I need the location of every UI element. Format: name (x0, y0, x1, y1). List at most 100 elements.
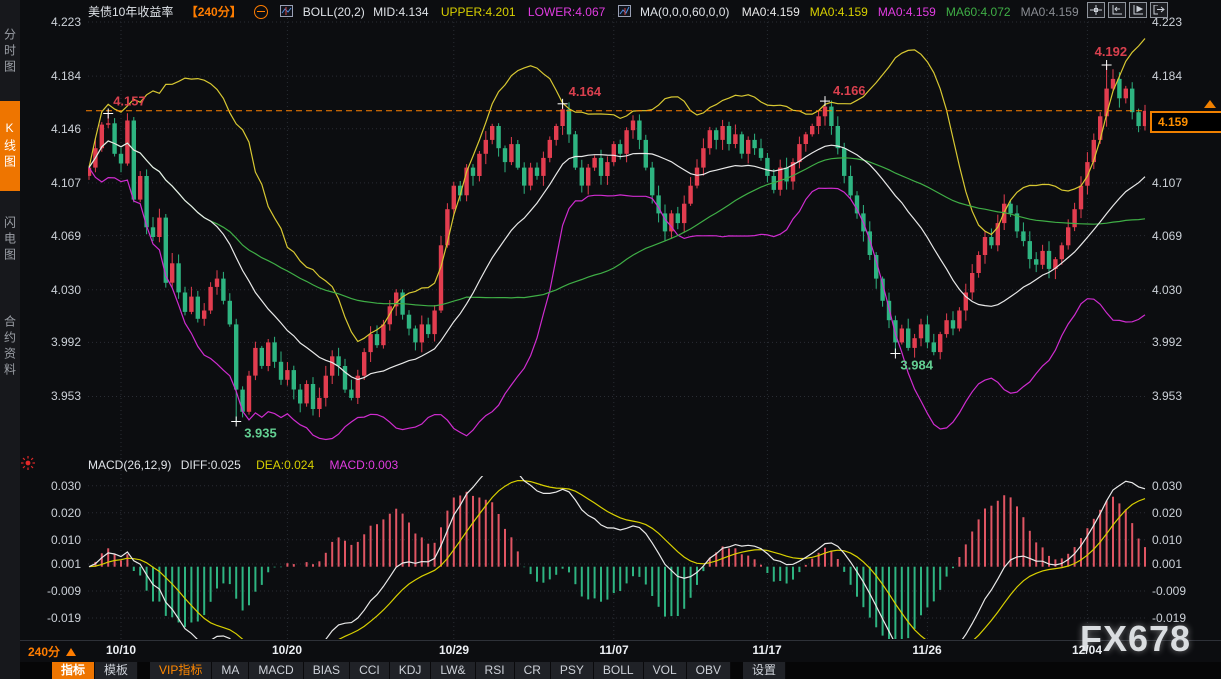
y-axis-label-left: 4.030 (51, 282, 81, 298)
shrink-bars-icon[interactable] (1108, 2, 1126, 18)
header-ma-value: MA60:4.072 (946, 5, 1011, 19)
x-axis-date-label: 10/29 (424, 643, 484, 657)
sidebar-tab-lightning-chart[interactable]: 闪电图 (0, 194, 20, 286)
price-annotation: 3.935 (244, 426, 277, 441)
alert-flash-icon[interactable] (20, 455, 36, 474)
chart-header: 美债10年收益率 【240分】 BOLL(20,2) MID:4.134 UPP… (88, 3, 1098, 19)
toolbar-button-10[interactable]: RSI (476, 662, 515, 679)
boll-upper-value: UPPER:4.201 (441, 5, 516, 19)
toolbar-button-7[interactable]: CCI (350, 662, 390, 679)
ma-indicator-icon[interactable] (618, 5, 631, 21)
x-axis-date-label: 11/17 (737, 643, 797, 657)
sidebar-tab-label: 合约资料 (2, 315, 19, 379)
y-axis-label-left: 4.223 (51, 14, 81, 30)
y-axis-label-left: 4.184 (51, 68, 81, 84)
y-axis-left: 4.2234.1844.1464.1074.0694.0303.9923.953… (20, 0, 85, 640)
period-up-arrow-icon (66, 648, 76, 656)
boll-indicator-icon[interactable] (280, 5, 293, 21)
macd-axis-label-right: 0.010 (1152, 532, 1182, 548)
sidebar-tab-label: K线图 (2, 121, 19, 171)
chart-tools (1087, 2, 1168, 18)
macd-axis-label-right: 0.020 (1152, 505, 1182, 521)
x-axis-date-label: 11/26 (897, 643, 957, 657)
toolbar-button-5[interactable]: MACD (249, 662, 303, 679)
price-annotation: 4.164 (569, 84, 602, 99)
ma-name: MA(0,0,0,60,0,0) (640, 5, 729, 19)
boll-lower-value: LOWER:4.067 (528, 5, 605, 19)
y-axis-label-right: 4.069 (1152, 228, 1182, 244)
crosshair-icon[interactable] (1087, 2, 1105, 18)
main-chart-canvas[interactable]: 4.157 4.164 4.166 4.192 3.935 3.984 (0, 0, 1221, 641)
price-marker-arrow-icon (1204, 100, 1216, 108)
ma-values-group: MA0:4.159MA0:4.159MA0:4.159MA60:4.072MA0… (742, 4, 1089, 18)
macd-header: MACD(26,12,9) DIFF:0.025 DEA:0.024 MACD:… (88, 458, 410, 472)
macd-layer (89, 465, 1145, 641)
macd-axis-label-left: 0.010 (51, 532, 81, 548)
boll-upper-line (89, 39, 1145, 342)
dea-line (89, 481, 1145, 641)
toolbar-button-15[interactable]: OBV (687, 662, 731, 679)
candles-layer (87, 65, 1147, 422)
ma60-line (89, 141, 1145, 306)
price-annotation: 4.166 (833, 83, 866, 98)
toolbar-button-11[interactable]: CR (515, 662, 551, 679)
x-axis-date-label: 10/20 (257, 643, 317, 657)
sidebar: 分时图 K线图 闪电图 合约资料 (0, 0, 20, 679)
macd-axis-label-right: -0.019 (1152, 610, 1186, 626)
y-axis-label-left: 4.146 (51, 121, 81, 137)
macd-axis-label-right: -0.009 (1152, 583, 1186, 599)
toolbar-button-14[interactable]: VOL (644, 662, 687, 679)
price-annotation: 3.984 (900, 358, 933, 373)
collapse-indicator-icon[interactable] (254, 5, 268, 19)
toolbar-button-16[interactable]: 设置 (743, 662, 786, 679)
toolbar-button-8[interactable]: KDJ (390, 662, 432, 679)
annotations-layer: 4.157 4.164 4.166 4.192 3.935 3.984 (103, 44, 1127, 441)
x-axis: 240分 10/1010/2010/2911/0711/1711/2612/04 (0, 641, 1221, 661)
sidebar-tab-kline-chart[interactable]: K线图 (0, 101, 20, 191)
macd-dea-value: DEA:0.024 (256, 458, 314, 472)
y-axis-label-left: 3.953 (51, 388, 81, 404)
grid-lines (88, 14, 1146, 639)
macd-axis-label-left: 0.020 (51, 505, 81, 521)
y-axis-label-right: 4.107 (1152, 175, 1182, 191)
toolbar-button-3[interactable]: VIP指标 (150, 662, 212, 679)
toolbar-button-12[interactable]: PSY (551, 662, 594, 679)
instrument-title: 美债10年收益率 (88, 5, 173, 19)
period-label: 240分 (28, 645, 60, 659)
toolbar-button-2[interactable]: 模板 (95, 662, 138, 679)
macd-axis-label-right: 0.001 (1152, 556, 1182, 572)
y-axis-label-right: 4.030 (1152, 282, 1182, 298)
macd-name: MACD(26,12,9) (88, 458, 171, 472)
toolbar-button-1[interactable]: 指标 (52, 662, 95, 679)
toolbar-buttons-group: 指标模板 VIP指标MAMACDBIASCCIKDJLW&RSICRPSYBOLL… (52, 662, 786, 679)
toolbar-button-4[interactable]: MA (212, 662, 249, 679)
y-axis-label-right: 4.184 (1152, 68, 1182, 84)
toolbar-button-6[interactable]: BIAS (304, 662, 350, 679)
goto-latest-icon[interactable] (1150, 2, 1168, 18)
y-axis-label-left: 3.992 (51, 334, 81, 350)
sidebar-tab-contract-info[interactable]: 合约资料 (0, 289, 20, 405)
macd-axis-label-right: 0.030 (1152, 478, 1182, 494)
toolbar-button-13[interactable]: BOLL (594, 662, 644, 679)
diff-line (89, 465, 1145, 641)
boll-mid-line (89, 141, 1145, 380)
period-selector[interactable]: 240分 (28, 643, 76, 660)
price-annotation: 4.157 (113, 94, 146, 109)
x-axis-date-label: 11/07 (584, 643, 644, 657)
period-badge[interactable]: 【240分】 (186, 5, 242, 19)
sidebar-tab-label: 闪电图 (2, 216, 19, 264)
y-axis-label-right: 3.992 (1152, 334, 1182, 350)
header-ma-value: MA0:4.159 (742, 5, 800, 19)
x-axis-date-label: 12/04 (1057, 643, 1117, 657)
boll-name: BOLL(20,2) (303, 5, 365, 19)
header-ma-value: MA0:4.159 (810, 5, 868, 19)
y-axis-label-right: 3.953 (1152, 388, 1182, 404)
macd-axis-label-left: 0.030 (51, 478, 81, 494)
sidebar-tab-time-chart[interactable]: 分时图 (0, 6, 20, 98)
toolbar-button-9[interactable]: LW& (431, 662, 475, 679)
expand-bars-icon[interactable] (1129, 2, 1147, 18)
macd-axis-label-left: -0.019 (47, 610, 81, 626)
y-axis-label-left: 4.107 (51, 175, 81, 191)
price-annotation: 4.192 (1095, 44, 1128, 59)
y-axis-right: 4.2234.1844.1464.1074.0694.0303.9923.953… (1150, 0, 1220, 640)
